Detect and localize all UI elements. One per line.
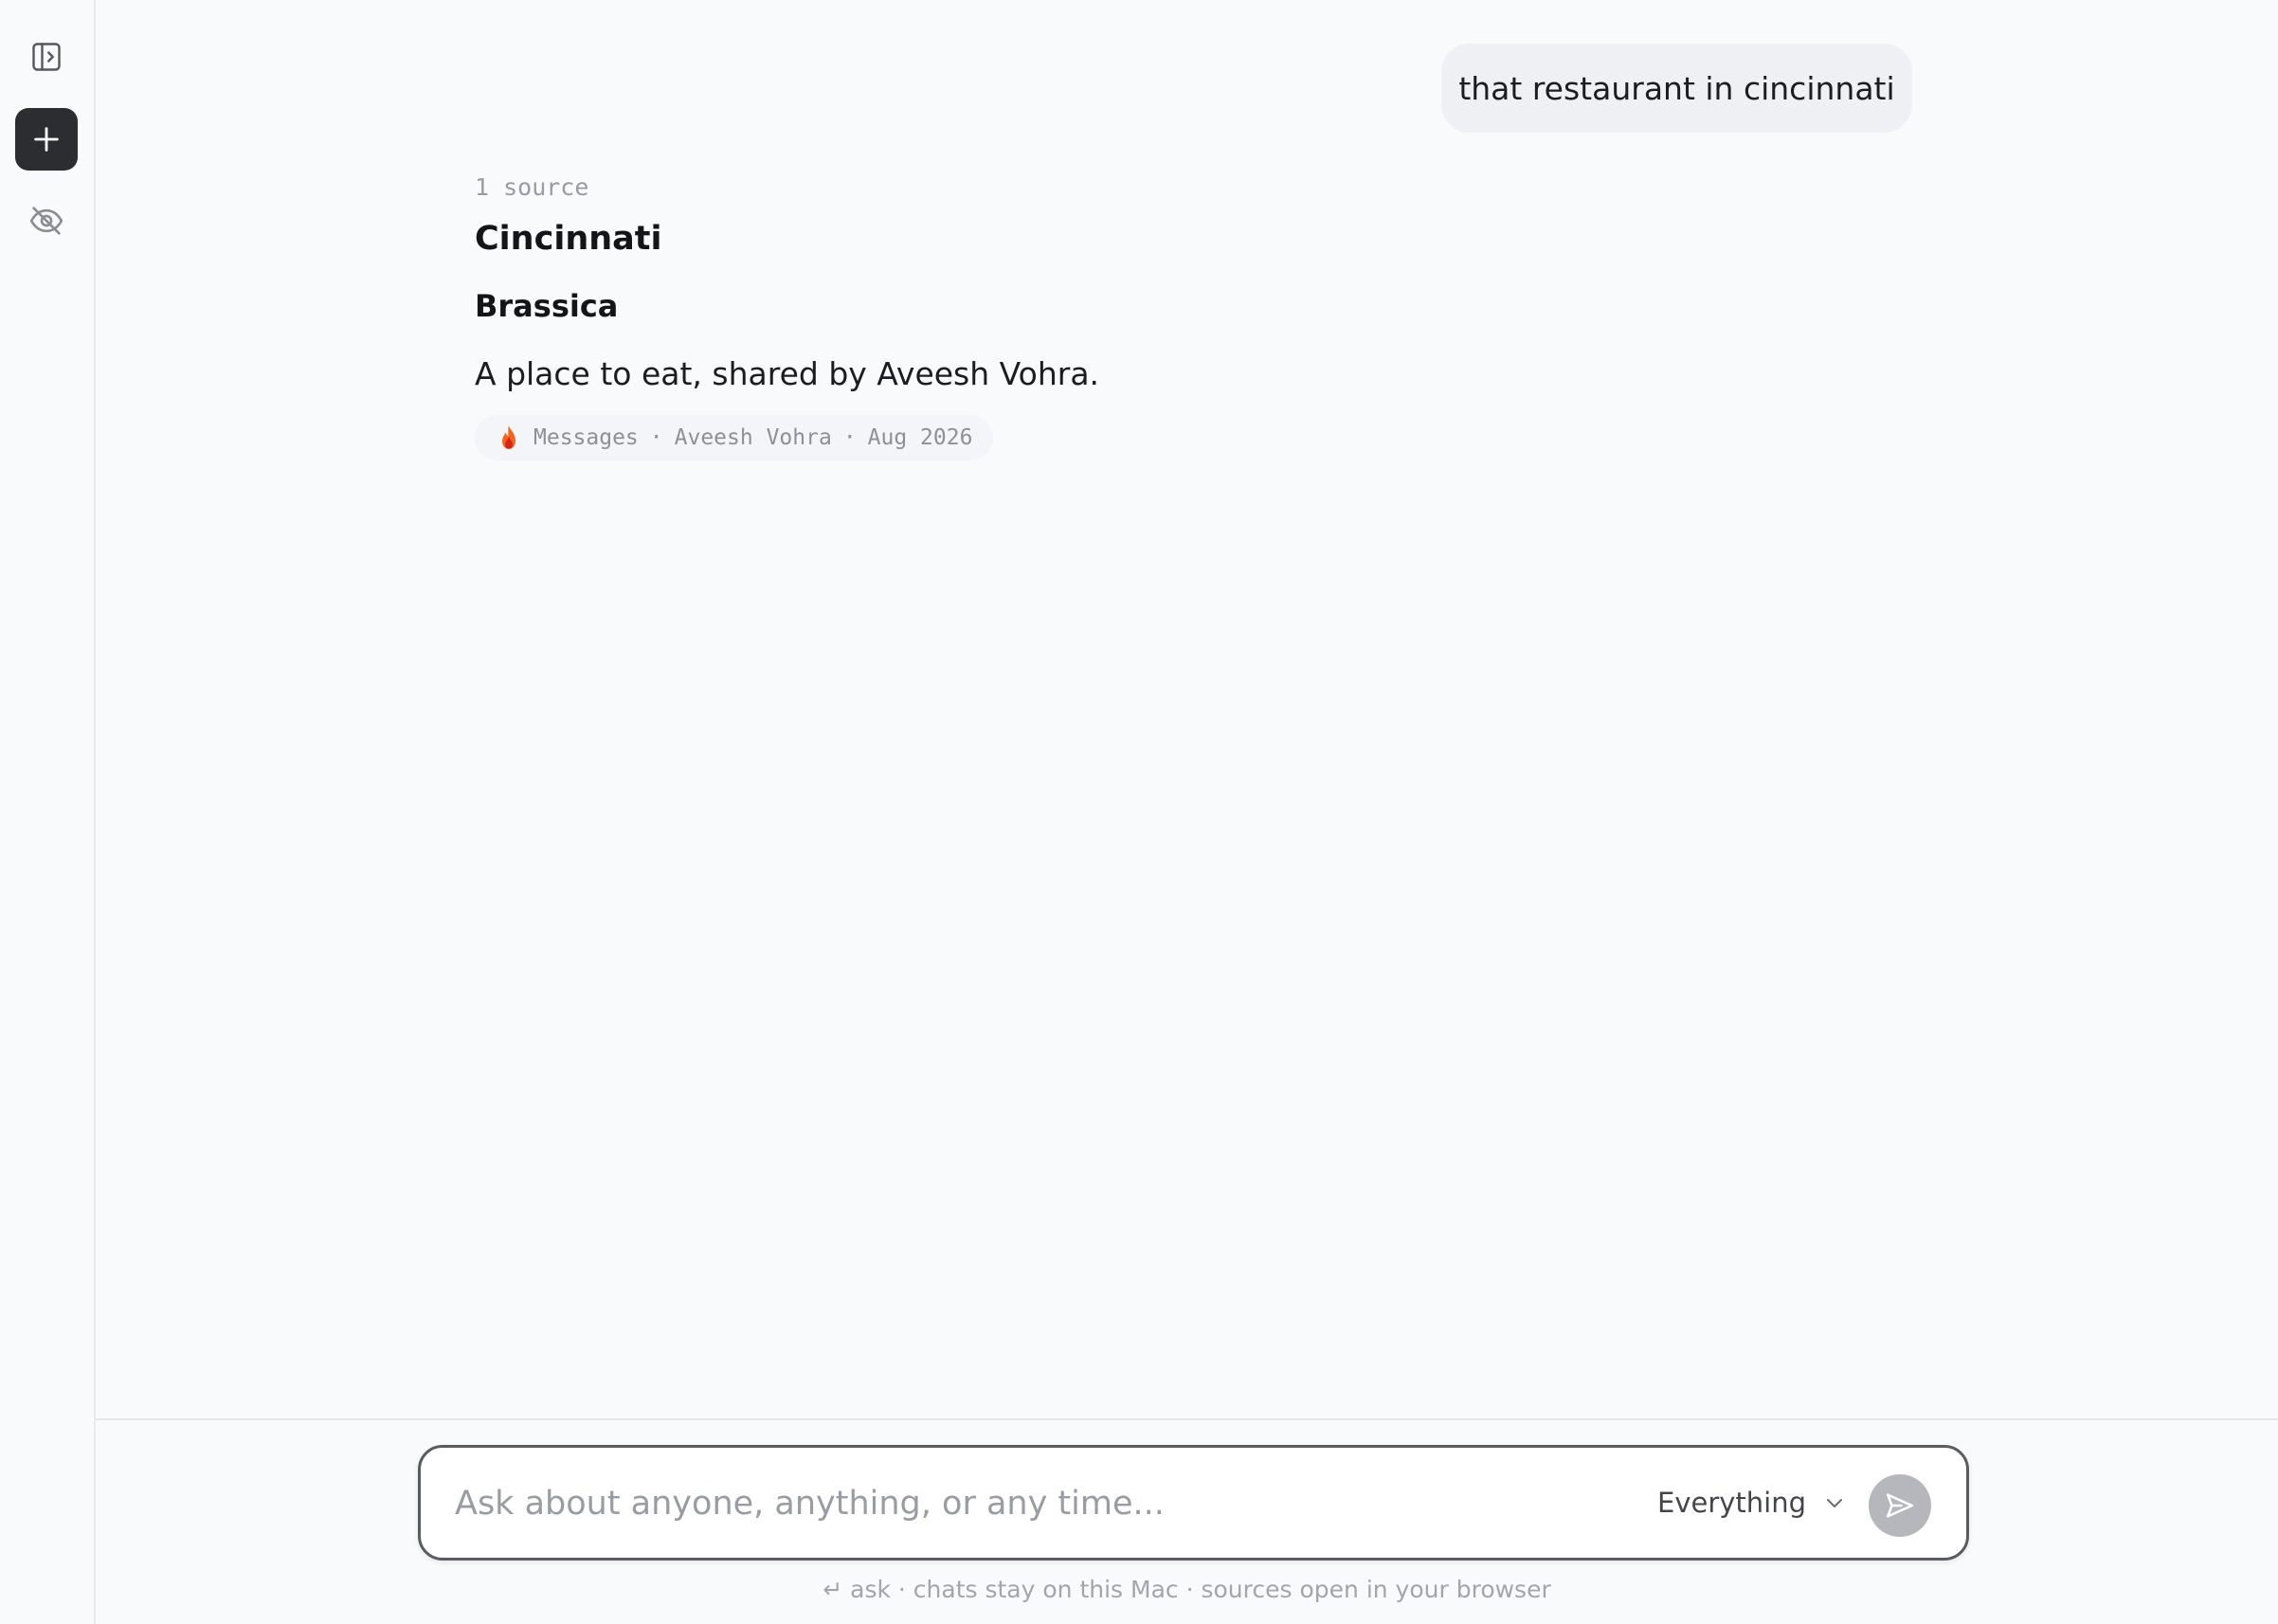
send-button[interactable] — [1869, 1474, 1931, 1537]
send-icon — [1886, 1493, 1914, 1518]
new-chat-button[interactable] — [15, 108, 78, 171]
ask-input[interactable] — [453, 1474, 1632, 1533]
composer-divider — [96, 1418, 2278, 1420]
chat-area: that restaurant in cincinnati 1 source C… — [96, 0, 2278, 1418]
citation-date: Aug 2026 — [867, 425, 973, 450]
footer-hint: ↵ ask · chats stay on this Mac · sources… — [823, 1576, 1551, 1603]
citation-separator: · — [649, 425, 663, 450]
source-count: 1 source — [475, 173, 589, 201]
citation-app: Messages — [533, 425, 639, 450]
sidebar-toggle-icon — [32, 43, 61, 71]
source-citation-chip[interactable]: Messages · Aveesh Vohra · Aug 2026 — [475, 415, 994, 460]
flame-icon — [497, 424, 520, 451]
sidebar — [0, 0, 96, 1624]
sidebar-toggle-button[interactable] — [15, 26, 78, 88]
chevron-down-icon — [1823, 1491, 1846, 1514]
scope-label: Everything — [1657, 1487, 1807, 1519]
citation-person: Aveesh Vohra — [674, 425, 832, 450]
answer-text: A place to eat, shared by Aveesh Vohra. — [475, 355, 1100, 392]
composer: Everything — [418, 1445, 1969, 1561]
user-message-bubble: that restaurant in cincinnati — [1441, 44, 1912, 133]
citation-separator: · — [842, 425, 857, 450]
scope-dropdown[interactable]: Everything — [1657, 1482, 1846, 1524]
answer-heading: Cincinnati — [475, 220, 662, 258]
plus-icon — [34, 127, 59, 152]
answer-subheading: Brassica — [475, 288, 619, 324]
eye-off-icon — [29, 207, 63, 235]
private-mode-button[interactable] — [15, 189, 78, 252]
assistant-answer: 1 source Cincinnati Brassica A place to … — [475, 171, 1801, 460]
